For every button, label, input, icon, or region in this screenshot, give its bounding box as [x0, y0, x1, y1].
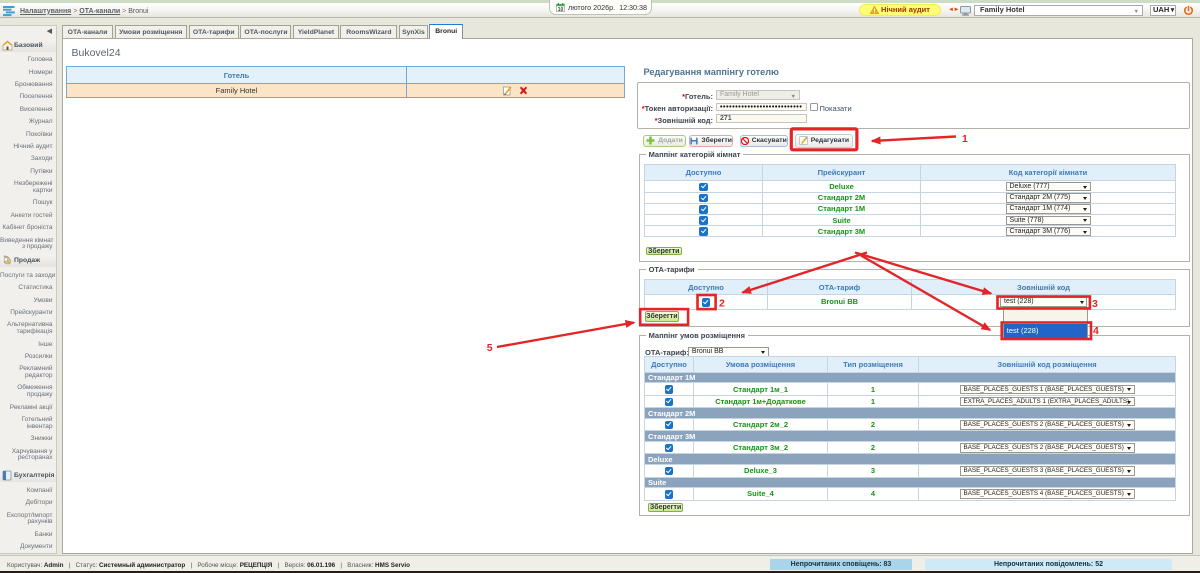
svg-text:10: 10: [558, 7, 564, 12]
